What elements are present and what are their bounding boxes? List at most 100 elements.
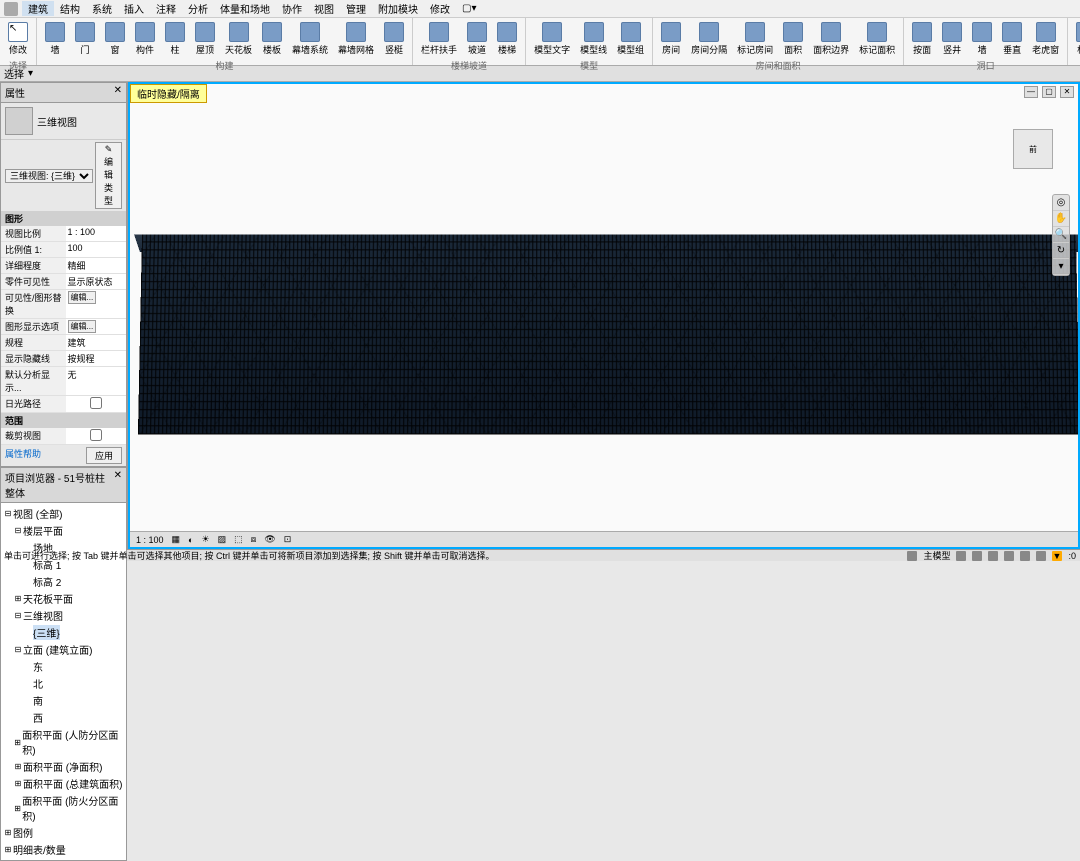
tree-label[interactable]: 图例 (13, 825, 33, 840)
tree-label[interactable]: 面积平面 (人防分区面积) (22, 727, 124, 757)
room-sep-button[interactable]: 房间分隔 (687, 20, 731, 58)
tree-label[interactable]: 面积平面 (净面积) (23, 759, 102, 774)
tree-node[interactable]: ⊞天花板平面 (3, 590, 124, 607)
close-view-button[interactable]: ✕ (1060, 86, 1074, 98)
menu-annotate[interactable]: 注释 (150, 1, 182, 16)
tree-node[interactable]: 北 (3, 675, 124, 692)
curtain-grid-button[interactable]: 幕墙网格 (334, 20, 378, 58)
tree-node[interactable]: ⊞面积平面 (防火分区面积) (3, 792, 124, 824)
railing-button[interactable]: 栏杆扶手 (417, 20, 461, 58)
curtain-button[interactable]: 幕墙系统 (288, 20, 332, 58)
select-pinned-icon[interactable] (1004, 551, 1014, 561)
expand-icon[interactable]: ⊞ (13, 594, 23, 603)
column-button[interactable]: 柱 (161, 20, 189, 58)
tree-label[interactable]: 南 (33, 693, 43, 708)
menu-manage[interactable]: 管理 (340, 1, 372, 16)
tree-node[interactable]: ⊞明细表/数量 (3, 841, 124, 858)
edit-button[interactable]: 编辑... (68, 291, 97, 304)
prop-value[interactable]: 编辑... (66, 290, 127, 318)
collapse-icon[interactable]: ⊟ (13, 526, 23, 535)
tree-label[interactable]: 西 (33, 710, 43, 725)
tree-node[interactable]: 东 (3, 658, 124, 675)
prop-value[interactable] (66, 396, 127, 412)
area-tag-button[interactable]: 标记面积 (855, 20, 899, 58)
prop-value[interactable]: 精细 (66, 258, 127, 273)
prop-value[interactable]: 显示原状态 (66, 274, 127, 289)
editable-only-icon[interactable] (956, 551, 966, 561)
apply-button[interactable]: 应用 (86, 447, 122, 464)
menu-collaborate[interactable]: 协作 (276, 1, 308, 16)
prop-value[interactable]: 100 (66, 242, 127, 257)
menu-structure[interactable]: 结构 (54, 1, 86, 16)
steering-wheel-icon[interactable]: ◎ (1053, 195, 1069, 211)
ceiling-button[interactable]: 天花板 (221, 20, 256, 58)
tree-label[interactable]: 标高 2 (33, 574, 61, 589)
expand-icon[interactable]: ⊞ (3, 845, 13, 854)
prop-value[interactable]: 编辑... (66, 319, 127, 334)
tree-label[interactable]: {三维} (33, 625, 60, 640)
maximize-view-button[interactable]: ▢ (1042, 86, 1056, 98)
tree-node[interactable]: 南 (3, 692, 124, 709)
tree-node[interactable]: {三维} (3, 624, 124, 641)
menu-addins[interactable]: 附加模块 (372, 1, 424, 16)
expand-icon[interactable]: ⊞ (13, 804, 22, 813)
tree-label[interactable]: 楼层平面 (23, 523, 63, 538)
select-underlay-icon[interactable] (988, 551, 998, 561)
orbit-icon[interactable]: ↻ (1053, 243, 1069, 259)
prop-value[interactable]: 建筑 (66, 335, 127, 350)
select-face-icon[interactable] (1020, 551, 1030, 561)
tree-node[interactable]: 标高 2 (3, 573, 124, 590)
collapse-icon[interactable]: ⊟ (13, 645, 23, 654)
select-links-icon[interactable] (972, 551, 982, 561)
area-bound-button[interactable]: 面积边界 (809, 20, 853, 58)
by-face-button[interactable]: 按面 (908, 20, 936, 58)
expand-icon[interactable]: ⊞ (13, 762, 23, 771)
scale-display[interactable]: 1 : 100 (134, 535, 166, 545)
drag-icon[interactable] (1036, 551, 1046, 561)
minimize-view-button[interactable]: — (1024, 86, 1038, 98)
prop-checkbox[interactable] (68, 397, 125, 409)
prop-value[interactable]: 1 : 100 (66, 226, 127, 241)
tree-node[interactable]: ⊟立面 (建筑立面) (3, 641, 124, 658)
stair-button[interactable]: 楼梯 (493, 20, 521, 58)
expand-icon[interactable]: ⊞ (13, 738, 22, 747)
prop-value[interactable]: 无 (66, 367, 127, 395)
prop-checkbox[interactable] (68, 429, 125, 441)
viewcube-face-front[interactable]: 前 (1013, 129, 1053, 169)
expand-icon[interactable]: ⊞ (3, 828, 13, 837)
canvas[interactable] (130, 84, 1078, 531)
tree-label[interactable]: 天花板平面 (23, 591, 73, 606)
properties-help-link[interactable]: 属性帮助 (5, 447, 41, 464)
tree-node[interactable]: ⊞图例 (3, 824, 124, 841)
tree-label[interactable]: 东 (33, 659, 43, 674)
modify-button[interactable]: ↖ 修改 (4, 20, 32, 58)
vertical-button[interactable]: 垂直 (998, 20, 1026, 58)
pan-icon[interactable]: ✋ (1053, 211, 1069, 227)
model-group-button[interactable]: 模型组 (613, 20, 648, 58)
tree-label[interactable]: 立面 (建筑立面) (23, 642, 92, 657)
tree-label[interactable]: 面积平面 (总建筑面积) (23, 776, 122, 791)
prop-section-header[interactable]: 图形 (1, 211, 126, 226)
zoom-icon[interactable]: 🔍 (1053, 227, 1069, 243)
prop-section-header[interactable]: 范围 (1, 413, 126, 428)
roof-button[interactable]: 屋顶 (191, 20, 219, 58)
tree-label[interactable]: 视图 (全部) (13, 506, 62, 521)
wall-button[interactable]: 墙 (41, 20, 69, 58)
type-selector[interactable]: 三维视图: {三维} (5, 169, 93, 183)
tree-node[interactable]: ⊞面积平面 (净面积) (3, 758, 124, 775)
wall-o-button[interactable]: 墙 (968, 20, 996, 58)
mullion-button[interactable]: 竖梃 (380, 20, 408, 58)
crop-view-icon[interactable]: ⧈ (249, 534, 259, 545)
close-icon[interactable]: ✕ (114, 85, 122, 100)
rendering-icon[interactable]: ⬚ (232, 534, 245, 545)
hide-isolate-icon[interactable]: 👁 (262, 534, 277, 545)
room-tag-button[interactable]: 标记房间 (733, 20, 777, 58)
collapse-icon[interactable]: ⊟ (3, 509, 13, 518)
menu-modify[interactable]: 修改 (424, 1, 456, 16)
sun-path-icon[interactable]: ☀ (199, 534, 211, 545)
shaft-button[interactable]: 竖井 (938, 20, 966, 58)
menu-more-icon[interactable]: ▢▾ (456, 3, 482, 14)
tree-node[interactable]: ⊟三维视图 (3, 607, 124, 624)
area-button[interactable]: 面积 (779, 20, 807, 58)
window-button[interactable]: 窗 (101, 20, 129, 58)
